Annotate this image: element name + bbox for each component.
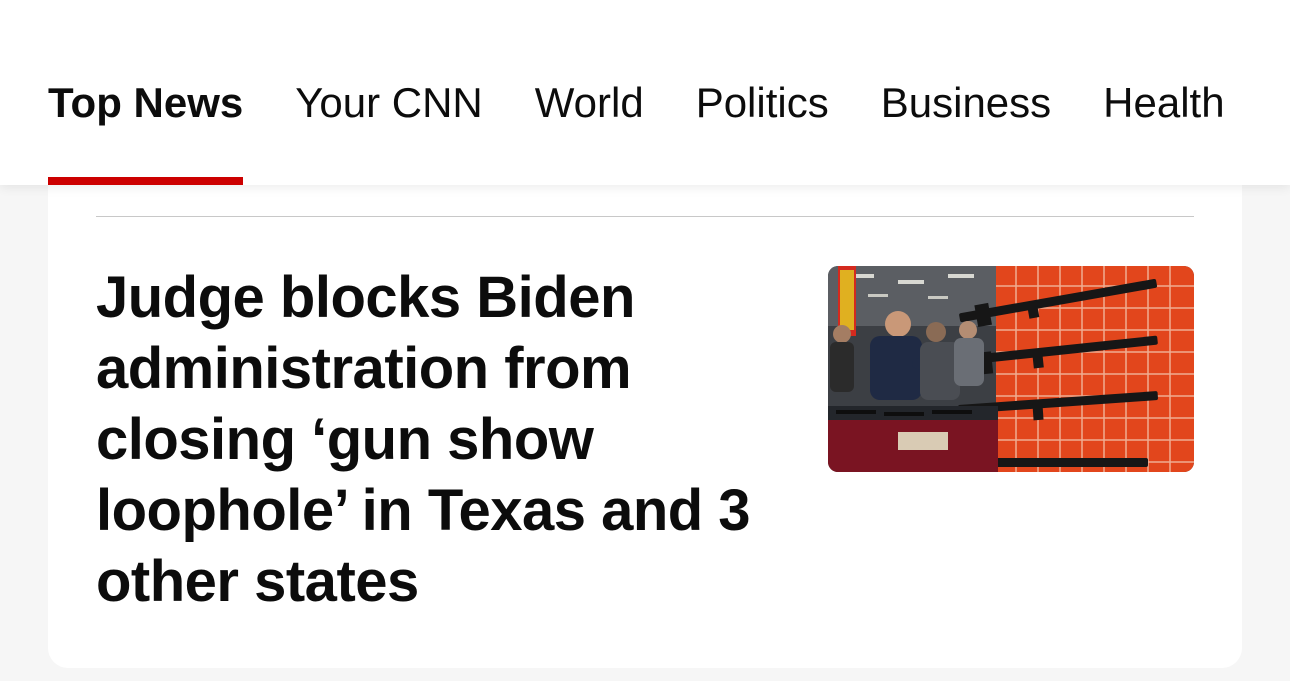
story-thumbnail[interactable] bbox=[828, 266, 1194, 472]
tab-label: Business bbox=[880, 79, 1052, 126]
tab-your-cnn[interactable]: Your CNN bbox=[295, 78, 483, 185]
tab-label: Health bbox=[1103, 79, 1225, 126]
section-nav-bar: Top News Your CNN World Politics Busines… bbox=[0, 0, 1290, 185]
tab-label: World bbox=[534, 79, 644, 126]
story-headline[interactable]: Judge blocks Biden administration from c… bbox=[96, 262, 776, 617]
tab-health[interactable]: Health bbox=[1103, 78, 1224, 185]
tab-business[interactable]: Business bbox=[881, 78, 1051, 185]
tab-label: Politics bbox=[695, 79, 829, 126]
story-card[interactable]: Judge blocks Biden administration from c… bbox=[48, 150, 1242, 668]
gun-show-photo bbox=[828, 266, 1194, 472]
tab-top-news[interactable]: Top News bbox=[48, 78, 244, 185]
tab-label: Top News bbox=[48, 79, 244, 126]
active-tab-indicator bbox=[48, 177, 244, 185]
section-tabs: Top News Your CNN World Politics Busines… bbox=[48, 78, 1277, 185]
tab-label: Your CNN bbox=[295, 79, 483, 126]
tab-politics[interactable]: Politics bbox=[696, 78, 829, 185]
card-divider bbox=[96, 216, 1194, 217]
tab-world[interactable]: World bbox=[535, 78, 644, 185]
